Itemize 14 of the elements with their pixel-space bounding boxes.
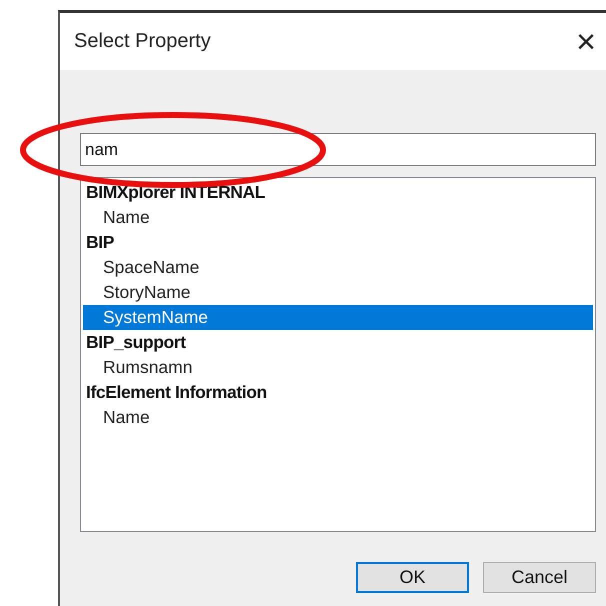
property-item[interactable]: SystemName bbox=[83, 305, 593, 330]
cancel-button[interactable]: Cancel bbox=[483, 562, 596, 593]
property-item[interactable]: StoryName bbox=[83, 280, 593, 305]
property-item[interactable]: Rumsnamn bbox=[83, 355, 593, 380]
property-item[interactable]: SpaceName bbox=[83, 255, 593, 280]
close-button[interactable]: × bbox=[576, 24, 596, 58]
group-heading: BIP_support bbox=[85, 331, 187, 354]
property-item[interactable]: Name bbox=[83, 205, 593, 230]
property-item[interactable]: Name bbox=[83, 405, 593, 430]
group-heading: IfcElement Information bbox=[85, 381, 268, 404]
ok-button[interactable]: OK bbox=[356, 562, 469, 593]
group-heading: BIP bbox=[85, 231, 115, 254]
search-field[interactable]: nam bbox=[80, 133, 596, 166]
window-title: Select Property bbox=[74, 30, 211, 53]
